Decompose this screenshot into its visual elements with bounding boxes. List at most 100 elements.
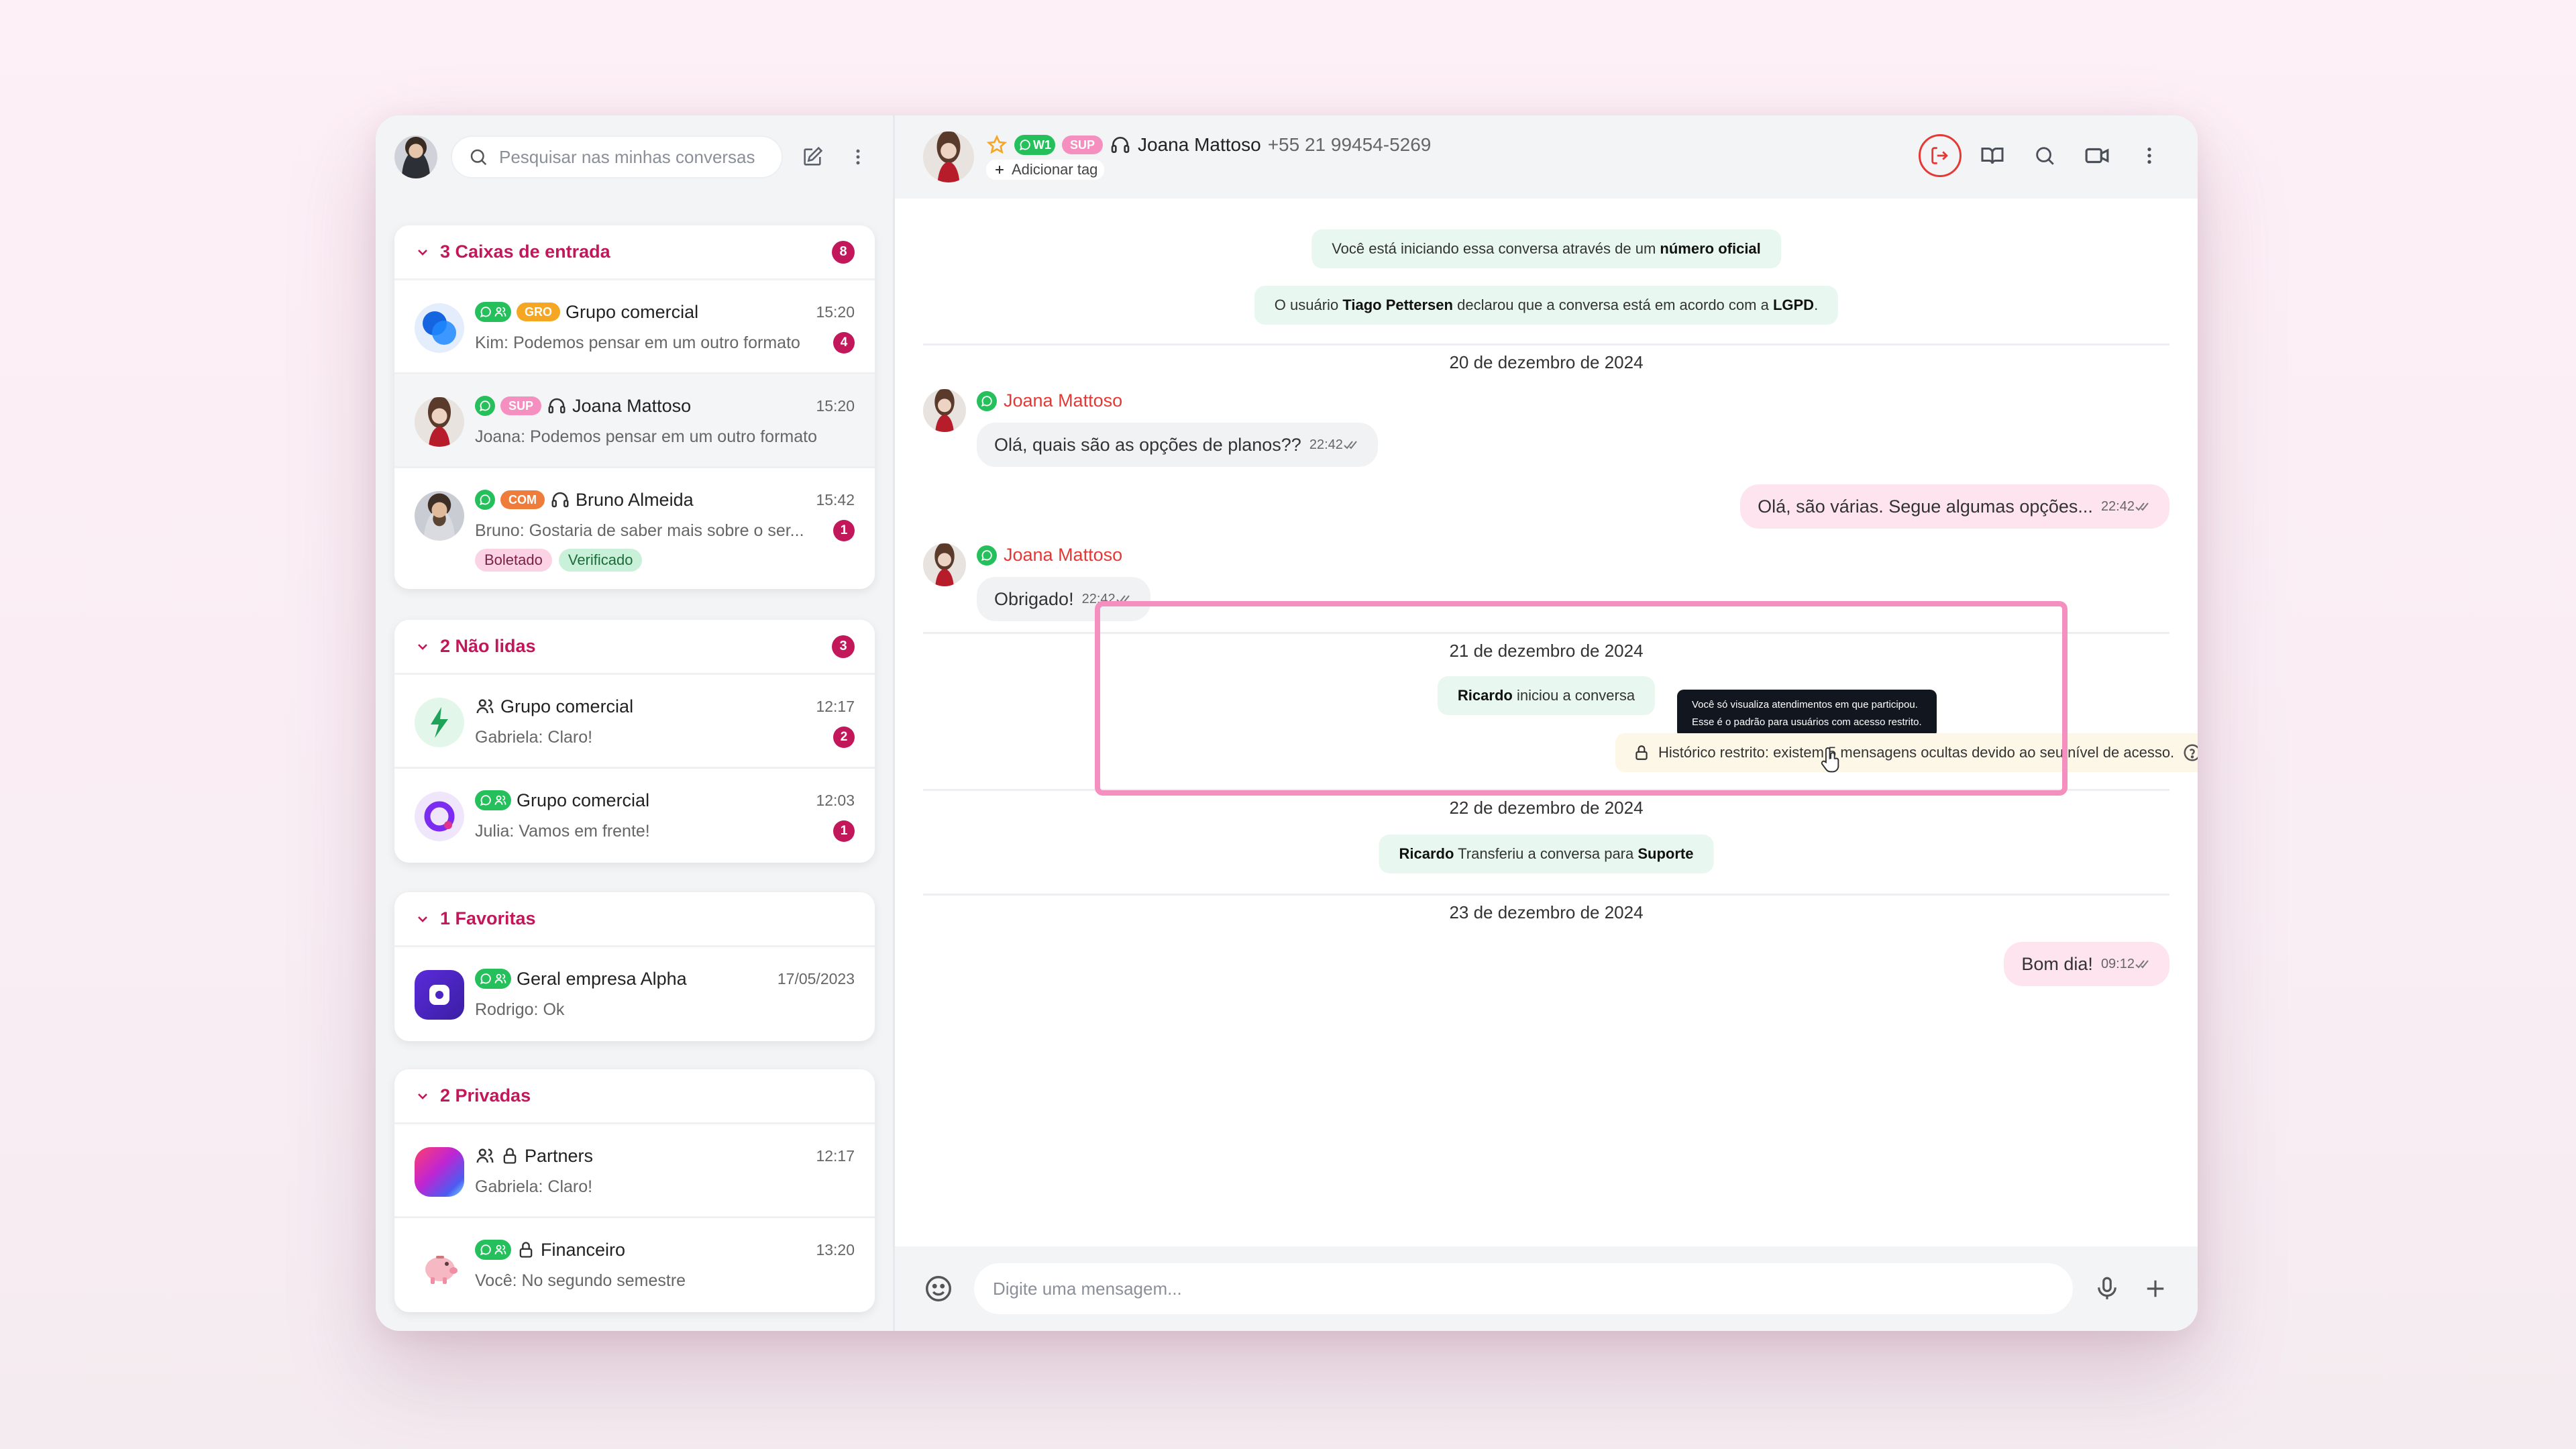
group-header[interactable]: 1 Favoritas — [394, 892, 875, 947]
conversation-preview: Gabriela: Claro! — [475, 727, 593, 747]
chat-header: W1 SUP Joana Mattoso +55 21 99454-5269 A… — [895, 115, 2198, 199]
system-message: Ricardo Transferiu a conversa para Supor… — [1379, 835, 1714, 873]
conversation-preview: Julia: Vamos em frente! — [475, 821, 650, 841]
system-text: Transferiu a conversa para — [1458, 845, 1634, 862]
contact-avatar — [923, 543, 966, 586]
users-icon — [494, 1244, 506, 1254]
search-messages-button[interactable] — [2023, 134, 2066, 177]
contact-name: Joana Mattoso — [1138, 134, 1261, 155]
conversation-item[interactable]: GRO Grupo comercial 15:20 Kim: Podemos p… — [394, 280, 875, 374]
chevron-down-icon — [418, 916, 427, 922]
contact-phone: +55 21 99454-5269 — [1267, 134, 1432, 155]
contact-avatar — [415, 491, 464, 541]
plus-icon[interactable] — [2141, 1275, 2169, 1303]
message-sender: Joana Mattoso — [977, 390, 1122, 411]
outgoing-message[interactable]: Olá, são várias. Segue algumas opções...… — [1740, 484, 2169, 529]
emoji-icon[interactable] — [923, 1273, 954, 1304]
system-message: Você está iniciando essa conversa atravé… — [1311, 229, 1781, 268]
whatsapp-icon — [480, 973, 491, 985]
lock-icon — [519, 1242, 533, 1258]
user-avatar[interactable] — [394, 136, 437, 178]
headset-icon — [551, 492, 569, 508]
double-check-icon — [1344, 441, 1357, 449]
conversation-item-selected[interactable]: SUP Joana Mattoso 15:20 Joana: Podemos p… — [394, 374, 875, 468]
contact-avatar[interactable] — [923, 131, 974, 182]
whatsapp-icon — [480, 307, 491, 318]
dept-tag: SUP — [500, 396, 542, 415]
unread-badge: 4 — [833, 332, 855, 354]
sender-name: Joana Mattoso — [1004, 545, 1123, 565]
group-avatar — [415, 698, 464, 747]
pointer-cursor-icon — [1821, 747, 1839, 773]
conversation-time: 13:20 — [816, 1240, 855, 1258]
date-separator: 20 de dezembro de 2024 — [923, 343, 2169, 373]
video-call-button[interactable] — [2076, 134, 2118, 177]
dept-tag: COM — [500, 490, 545, 509]
exit-conversation-button[interactable] — [1919, 134, 1962, 177]
date-separator: 23 de dezembro de 2024 — [923, 894, 2169, 923]
conversation-time: 17/05/2023 — [777, 969, 855, 987]
users-icon — [476, 1148, 494, 1163]
conversation-name: Grupo comercial — [500, 696, 634, 716]
chat-menu-button[interactable] — [2128, 134, 2171, 177]
search-icon — [2036, 147, 2054, 165]
message-text: Olá, são várias. Segue algumas opções... — [1758, 496, 2093, 517]
conversation-name: Joana Mattoso — [572, 395, 692, 416]
conversation-item[interactable]: Geral empresa Alpha 17/05/2023 Rodrigo: … — [394, 947, 875, 1041]
message-input[interactable] — [974, 1263, 2073, 1314]
group-avatar — [415, 792, 464, 841]
edit-icon — [804, 146, 823, 166]
message-sender: Joana Mattoso — [977, 545, 1122, 566]
incoming-message[interactable]: Olá, quais são as opções de planos?? 22:… — [977, 423, 1378, 467]
conversation-name: Partners — [525, 1145, 594, 1166]
knowledge-base-button[interactable] — [1971, 134, 2014, 177]
chevron-down-icon — [418, 1093, 427, 1099]
group-header[interactable]: 2 Privadas — [394, 1069, 875, 1124]
conversation-name: Bruno Almeida — [576, 489, 694, 510]
headset-icon — [1111, 137, 1130, 153]
star-icon[interactable] — [986, 134, 1008, 156]
plus-icon — [996, 166, 1004, 174]
group-favorites: 1 Favoritas Geral empresa Alpha 17/05/20… — [394, 892, 875, 1041]
conversation-name: Grupo comercial — [566, 301, 699, 322]
search-icon — [470, 149, 487, 166]
unread-badge: 1 — [833, 520, 855, 541]
search-box[interactable] — [451, 136, 783, 178]
users-icon — [476, 699, 494, 714]
conversation-name: Grupo comercial — [517, 790, 650, 810]
conversation-name: Geral empresa Alpha — [517, 968, 687, 989]
group-title: 2 Não lidas — [440, 636, 536, 656]
lock-icon — [503, 1148, 517, 1164]
help-icon[interactable] — [2182, 743, 2198, 763]
highlight-frame — [1095, 601, 2068, 796]
label-chip[interactable]: Verificado — [558, 549, 643, 572]
conversation-item[interactable]: COM Bruno Almeida 15:42 Bruno: Gostaria … — [394, 468, 875, 589]
conversation-item[interactable]: Grupo comercial 12:17 Gabriela: Claro! 2 — [394, 675, 875, 769]
outgoing-message[interactable]: Bom dia! 09:12 — [2004, 942, 2169, 986]
sidebar: 3 Caixas de entrada 8 GRO Grupo comercia… — [376, 115, 895, 1331]
message-time: 22:42 — [1309, 437, 1343, 452]
whatsapp-icon — [480, 1244, 491, 1256]
microphone-icon[interactable] — [2093, 1275, 2121, 1303]
group-header[interactable]: 2 Não lidas 3 — [394, 620, 875, 675]
chevron-down-icon — [418, 249, 427, 256]
sidebar-header — [376, 115, 893, 199]
conversation-item[interactable]: Financeiro 13:20 Você: No segundo semest… — [394, 1218, 875, 1312]
search-input[interactable] — [499, 146, 765, 168]
label-chip[interactable]: Boletado — [475, 549, 552, 572]
conversation-item[interactable]: Partners 12:17 Gabriela: Claro! — [394, 1124, 875, 1218]
group-header[interactable]: 3 Caixas de entrada 8 — [394, 225, 875, 280]
message-time: 09:12 — [2100, 956, 2135, 971]
group-inboxes: 3 Caixas de entrada 8 GRO Grupo comercia… — [394, 225, 875, 589]
group-avatar — [415, 970, 464, 1020]
group-unread: 2 Não lidas 3 Grupo comercial 12:17 Gabr… — [394, 620, 875, 863]
logout-icon — [1931, 147, 1948, 164]
conversation-item[interactable]: Grupo comercial 12:03 Julia: Vamos em fr… — [394, 769, 875, 863]
group-avatar — [415, 1147, 464, 1197]
new-conversation-button[interactable] — [796, 141, 828, 173]
conversation-preview: Joana: Podemos pensar em um outro format… — [475, 427, 817, 446]
sidebar-menu-button[interactable] — [842, 141, 874, 173]
add-tag-button[interactable]: Adicionar tag — [986, 160, 1105, 180]
contact-avatar — [923, 389, 966, 432]
conversation-preview: Gabriela: Claro! — [475, 1177, 593, 1196]
